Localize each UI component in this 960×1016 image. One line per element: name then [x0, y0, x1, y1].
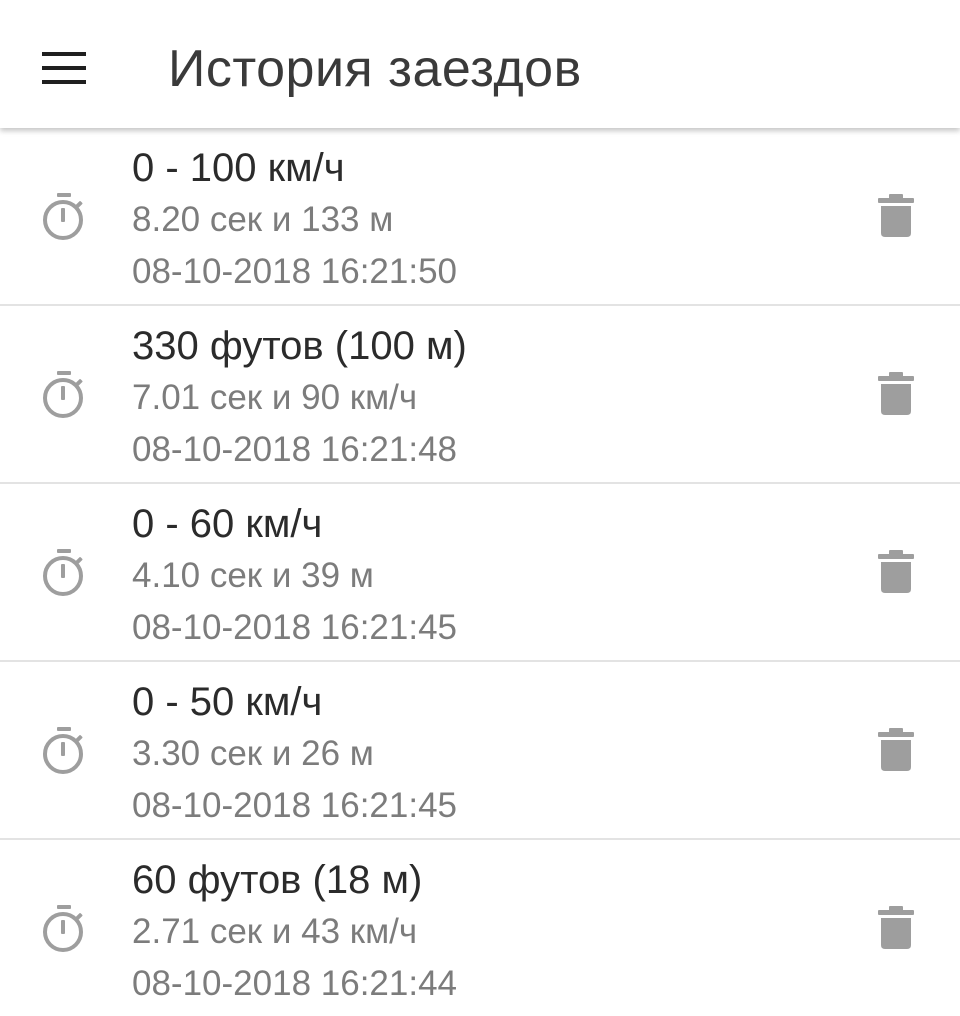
stopwatch-icon	[43, 193, 83, 240]
trash-icon	[878, 194, 914, 237]
delete-button[interactable]	[866, 898, 926, 958]
run-title: 0 - 100 км/ч	[132, 146, 345, 190]
run-title: 0 - 60 км/ч	[132, 502, 323, 546]
delete-button[interactable]	[866, 186, 926, 246]
stopwatch-icon	[43, 549, 83, 596]
run-history-list: 0 - 100 км/ч 8.20 сек и 133 м 08-10-2018…	[0, 128, 960, 1016]
run-detail: 8.20 сек и 133 м	[132, 200, 394, 239]
app-bar: История заездов	[0, 0, 960, 128]
stopwatch-icon	[43, 371, 83, 418]
trash-icon	[878, 372, 914, 415]
run-text: 330 футов (100 м) 7.01 сек и 90 км/ч 08-…	[132, 320, 812, 476]
run-detail: 3.30 сек и 26 м	[132, 734, 374, 773]
hamburger-menu-icon	[42, 52, 86, 84]
run-title: 0 - 50 км/ч	[132, 680, 323, 724]
list-item[interactable]: 60 футов (18 м) 2.71 сек и 43 км/ч 08-10…	[0, 840, 960, 1016]
run-title: 60 футов (18 м)	[132, 858, 423, 902]
list-item[interactable]: 0 - 60 км/ч 4.10 сек и 39 м 08-10-2018 1…	[0, 484, 960, 662]
run-title: 330 футов (100 м)	[132, 324, 467, 368]
run-date: 08-10-2018 16:21:48	[132, 430, 457, 469]
stopwatch-icon	[43, 905, 83, 952]
run-detail: 2.71 сек и 43 км/ч	[132, 912, 418, 951]
list-item[interactable]: 0 - 100 км/ч 8.20 сек и 133 м 08-10-2018…	[0, 128, 960, 306]
run-text: 0 - 50 км/ч 3.30 сек и 26 м 08-10-2018 1…	[132, 676, 812, 832]
run-text: 0 - 100 км/ч 8.20 сек и 133 м 08-10-2018…	[132, 142, 812, 298]
run-detail: 7.01 сек и 90 км/ч	[132, 378, 418, 417]
stopwatch-icon	[43, 727, 83, 774]
menu-button[interactable]	[28, 36, 100, 100]
trash-icon	[878, 550, 914, 593]
run-text: 0 - 60 км/ч 4.10 сек и 39 м 08-10-2018 1…	[132, 498, 812, 654]
delete-button[interactable]	[866, 542, 926, 602]
list-item[interactable]: 330 футов (100 м) 7.01 сек и 90 км/ч 08-…	[0, 306, 960, 484]
run-date: 08-10-2018 16:21:45	[132, 786, 457, 825]
run-date: 08-10-2018 16:21:50	[132, 252, 457, 291]
trash-icon	[878, 906, 914, 949]
delete-button[interactable]	[866, 364, 926, 424]
run-date: 08-10-2018 16:21:45	[132, 608, 457, 647]
run-text: 60 футов (18 м) 2.71 сек и 43 км/ч 08-10…	[132, 854, 812, 1010]
list-item[interactable]: 0 - 50 км/ч 3.30 сек и 26 м 08-10-2018 1…	[0, 662, 960, 840]
trash-icon	[878, 728, 914, 771]
run-date: 08-10-2018 16:21:44	[132, 964, 457, 1003]
delete-button[interactable]	[866, 720, 926, 780]
run-detail: 4.10 сек и 39 м	[132, 556, 374, 595]
page-title: История заездов	[168, 40, 582, 98]
